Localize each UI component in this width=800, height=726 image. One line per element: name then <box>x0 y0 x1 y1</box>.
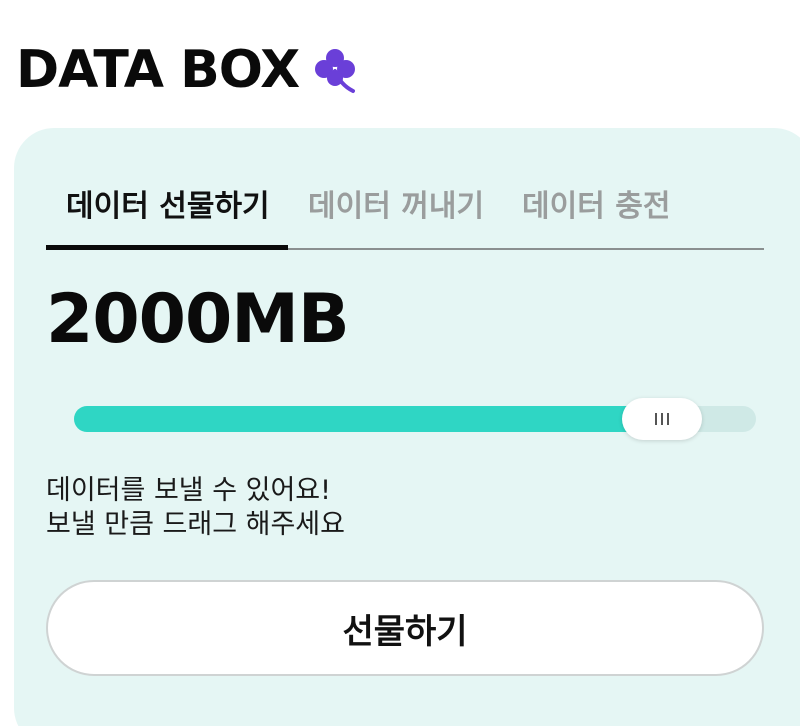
brand-title: DATA BOX <box>16 40 300 100</box>
data-amount: 2000MB <box>46 280 350 359</box>
brand-header: DATA BOX <box>16 40 359 100</box>
slider-thumb[interactable] <box>622 398 702 440</box>
tab-gift-data[interactable]: 데이터 선물하기 <box>66 182 270 246</box>
data-amount-slider[interactable] <box>74 398 756 440</box>
instruction-line-1: 데이터를 보낼 수 있어요! <box>46 475 331 506</box>
instruction-line-2: 보낼 만큼 드래그 해주세요 <box>46 509 345 540</box>
tab-charge-data[interactable]: 데이터 충전 <box>522 182 670 246</box>
gift-button[interactable]: 선물하기 <box>46 580 764 676</box>
slider-fill <box>74 406 662 432</box>
instruction-text: 데이터를 보낼 수 있어요! 보낼 만큼 드래그 해주세요 <box>46 474 345 542</box>
data-box-page: DATA BOX 데이터 선물하기 데이터 꺼내기 데이터 충전 2000MB … <box>0 0 800 726</box>
drag-grip-icon <box>655 413 669 425</box>
tab-withdraw-data[interactable]: 데이터 꺼내기 <box>308 182 484 246</box>
tab-bar: 데이터 선물하기 데이터 꺼내기 데이터 충전 <box>46 182 764 250</box>
active-tab-indicator <box>46 245 288 250</box>
clover-icon <box>315 49 356 93</box>
